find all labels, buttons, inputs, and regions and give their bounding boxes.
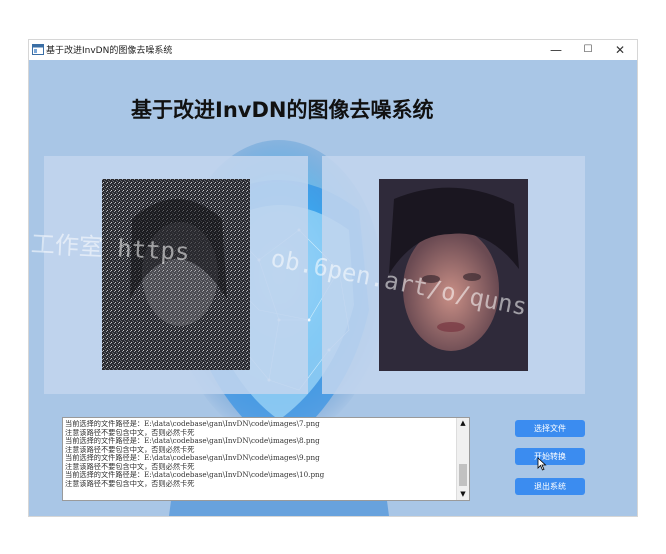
title-bar[interactable]: 基于改进InvDN的图像去噪系统 — ☐ ✕ — [29, 40, 637, 60]
scrollbar-thumb[interactable] — [459, 464, 467, 486]
select-file-button[interactable]: 选择文件 — [515, 420, 585, 437]
log-line: 注意该路径不要包含中文，否则必然卡死 — [65, 479, 195, 488]
scroll-down-arrow-icon[interactable]: ▼ — [457, 489, 469, 500]
minimize-button[interactable]: — — [541, 40, 571, 60]
window-title: 基于改进InvDN的图像去噪系统 — [46, 46, 173, 56]
close-button[interactable]: ✕ — [605, 40, 635, 60]
page-title: 基于改进InvDN的图像去噪系统 — [131, 98, 434, 122]
vertical-scrollbar[interactable]: ▲ ▼ — [456, 418, 469, 500]
log-line: 注意该路径不要包含中文，否则必然卡死 — [65, 445, 195, 454]
log-line: 当前选择的文件路径是：E:\data\codebase\gan\InvDN\co… — [65, 420, 320, 428]
log-line: 当前选择的文件路径是：E:\data\codebase\gan\InvDN\co… — [65, 437, 320, 445]
log-text-area[interactable]: 当前选择的文件路径是：E:\data\codebase\gan\InvDN\co… — [62, 417, 470, 501]
app-window: 基于改进InvDN的图像去噪系统 — ☐ ✕ 基于改进InvDN的图像去噪系统 … — [29, 40, 637, 516]
maximize-button[interactable]: ☐ — [573, 40, 603, 60]
start-convert-button[interactable]: 开始转换 — [515, 448, 585, 465]
client-area: 基于改进InvDN的图像去噪系统 工作室 https ob.6pen.art/o… — [29, 60, 637, 516]
noisy-input-image — [102, 179, 250, 370]
log-line: 注意该路径不要包含中文，否则必然卡死 — [65, 428, 195, 437]
log-line: 当前选择的文件路径是：E:\data\codebase\gan\InvDN\co… — [65, 454, 320, 462]
scroll-up-arrow-icon[interactable]: ▲ — [457, 418, 469, 429]
log-line: 注意该路径不要包含中文，否则必然卡死 — [65, 462, 195, 471]
app-window-icon — [32, 44, 44, 55]
log-line: 当前选择的文件路径是：E:\data\codebase\gan\InvDN\co… — [65, 471, 325, 479]
exit-system-button[interactable]: 退出系统 — [515, 478, 585, 495]
mouse-cursor-icon — [537, 457, 547, 471]
